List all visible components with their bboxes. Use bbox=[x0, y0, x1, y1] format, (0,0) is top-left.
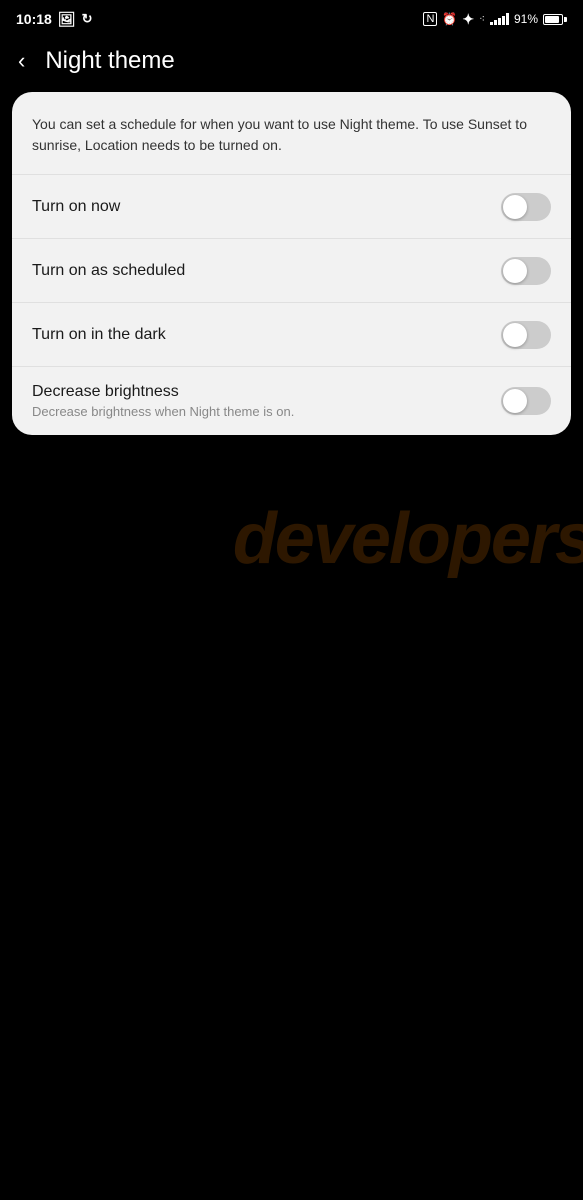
header: ‹ Night theme bbox=[0, 36, 583, 92]
watermark: developers bbox=[233, 498, 583, 580]
setting-label-group-turn-on-scheduled: Turn on as scheduled bbox=[32, 262, 185, 280]
setting-label-group-decrease-brightness: Decrease brightness Decrease brightness w… bbox=[32, 383, 294, 419]
setting-label-turn-on-scheduled: Turn on as scheduled bbox=[32, 262, 185, 280]
settings-list: Turn on now Turn on as scheduled Turn on i… bbox=[12, 175, 571, 435]
setting-sublabel-decrease-brightness: Decrease brightness when Night theme is … bbox=[32, 404, 294, 419]
settings-card: You can set a schedule for when you want… bbox=[12, 92, 571, 435]
wifi-icon: ⁖ bbox=[479, 14, 485, 25]
setting-row-turn-on-dark: Turn on in the dark bbox=[12, 303, 571, 367]
back-button[interactable]: ‹ bbox=[10, 46, 33, 76]
toggle-turn-on-dark[interactable] bbox=[501, 321, 551, 349]
sync-icon: ↻ bbox=[82, 11, 93, 27]
battery-percentage: 91% bbox=[514, 12, 538, 26]
time: 10:18 bbox=[16, 11, 52, 27]
toggle-turn-on-now[interactable] bbox=[501, 193, 551, 221]
info-text: You can set a schedule for when you want… bbox=[12, 92, 571, 175]
status-right: N ⏰ ✦ ⁖ 91% bbox=[423, 11, 567, 28]
page-title: Night theme bbox=[45, 47, 174, 75]
toggle-turn-on-scheduled[interactable] bbox=[501, 257, 551, 285]
setting-row-decrease-brightness: Decrease brightness Decrease brightness w… bbox=[12, 367, 571, 435]
toggle-decrease-brightness[interactable] bbox=[501, 387, 551, 415]
signal-icon bbox=[490, 13, 509, 25]
setting-row-turn-on-scheduled: Turn on as scheduled bbox=[12, 239, 571, 303]
battery-icon bbox=[543, 14, 567, 25]
setting-label-group-turn-on-now: Turn on now bbox=[32, 198, 120, 216]
notification-icon: N bbox=[423, 12, 437, 26]
status-bar: 10:18 🖼 ↻ N ⏰ ✦ ⁖ 91% bbox=[0, 0, 583, 36]
bluetooth-icon: ✦ bbox=[462, 11, 474, 28]
setting-label-group-turn-on-dark: Turn on in the dark bbox=[32, 326, 166, 344]
status-left: 10:18 🖼 ↻ bbox=[16, 11, 93, 28]
setting-label-decrease-brightness: Decrease brightness bbox=[32, 383, 294, 401]
alarm-icon: ⏰ bbox=[442, 12, 457, 26]
photo-icon: 🖼 bbox=[58, 11, 76, 28]
setting-row-turn-on-now: Turn on now bbox=[12, 175, 571, 239]
setting-label-turn-on-now: Turn on now bbox=[32, 198, 120, 216]
setting-label-turn-on-dark: Turn on in the dark bbox=[32, 326, 166, 344]
